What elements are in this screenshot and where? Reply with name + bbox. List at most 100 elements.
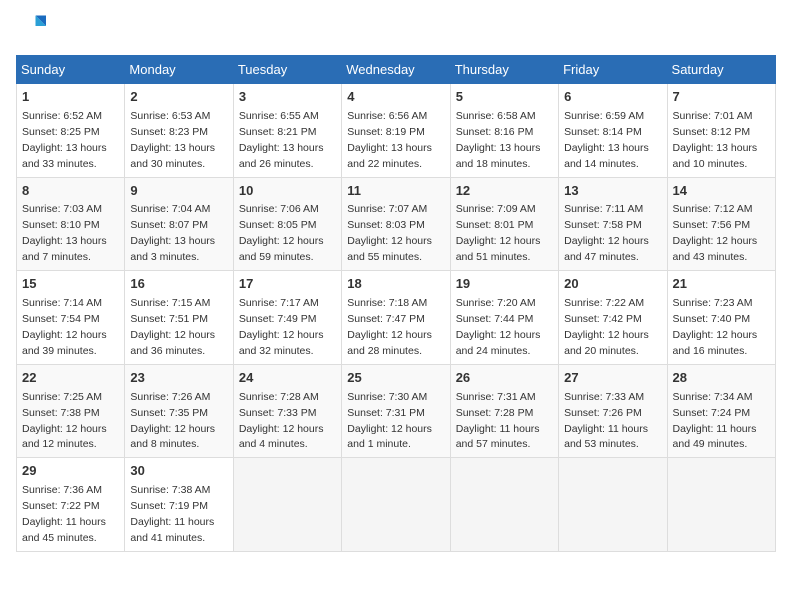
day-number: 7 (673, 88, 770, 107)
day-number: 16 (130, 275, 227, 294)
calendar-cell: 15 Sunrise: 7:14 AMSunset: 7:54 PMDayligh… (17, 271, 125, 365)
day-info: Sunrise: 7:33 AMSunset: 7:26 PMDaylight:… (564, 391, 648, 451)
calendar-cell: 17Sunrise: 7:17 AMSunset: 7:49 PMDayligh… (233, 271, 341, 365)
calendar-cell: 6 Sunrise: 6:59 AMSunset: 8:14 PMDaylight… (559, 84, 667, 178)
day-info: Sunrise: 7:01 AMSunset: 8:12 PMDaylight:… (673, 110, 758, 170)
day-number: 5 (456, 88, 553, 107)
day-number: 15 (22, 275, 119, 294)
day-number: 29 (22, 462, 119, 481)
day-info: Sunrise: 7:22 AMSunset: 7:42 PMDaylight:… (564, 297, 649, 357)
day-info: Sunrise: 7:11 AMSunset: 7:58 PMDaylight:… (564, 203, 649, 263)
calendar-cell: 25 Sunrise: 7:30 AMSunset: 7:31 PMDayligh… (342, 364, 450, 458)
calendar-cell (342, 458, 450, 552)
logo-icon (18, 12, 46, 40)
day-number: 18 (347, 275, 444, 294)
day-number: 26 (456, 369, 553, 388)
calendar-cell: 2 Sunrise: 6:53 AMSunset: 8:23 PMDaylight… (125, 84, 233, 178)
calendar-cell: 30 Sunrise: 7:38 AMSunset: 7:19 PMDayligh… (125, 458, 233, 552)
logo (16, 16, 46, 45)
day-info: Sunrise: 7:25 AMSunset: 7:38 PMDaylight:… (22, 391, 107, 451)
calendar-cell: 11Sunrise: 7:07 AMSunset: 8:03 PMDayligh… (342, 177, 450, 271)
day-number: 13 (564, 182, 661, 201)
calendar-cell: 27 Sunrise: 7:33 AMSunset: 7:26 PMDayligh… (559, 364, 667, 458)
day-number: 6 (564, 88, 661, 107)
calendar-cell: 26 Sunrise: 7:31 AMSunset: 7:28 PMDayligh… (450, 364, 558, 458)
day-info: Sunrise: 7:15 AMSunset: 7:51 PMDaylight:… (130, 297, 215, 357)
calendar-header-row: SundayMondayTuesdayWednesdayThursdayFrid… (17, 56, 776, 84)
day-number: 1 (22, 88, 119, 107)
calendar-cell: 20 Sunrise: 7:22 AMSunset: 7:42 PMDayligh… (559, 271, 667, 365)
calendar-cell: 28 Sunrise: 7:34 AMSunset: 7:24 PMDayligh… (667, 364, 775, 458)
day-number: 9 (130, 182, 227, 201)
calendar-cell: 1 Sunrise: 6:52 AMSunset: 8:25 PMDaylight… (17, 84, 125, 178)
day-info: Sunrise: 7:30 AMSunset: 7:31 PMDaylight:… (347, 391, 432, 451)
day-number: 23 (130, 369, 227, 388)
day-info: Sunrise: 7:36 AMSunset: 7:22 PMDaylight:… (22, 484, 106, 544)
calendar-row: 22 Sunrise: 7:25 AMSunset: 7:38 PMDayligh… (17, 364, 776, 458)
calendar-cell: 16 Sunrise: 7:15 AMSunset: 7:51 PMDayligh… (125, 271, 233, 365)
day-number: 4 (347, 88, 444, 107)
day-number: 28 (673, 369, 770, 388)
day-info: Sunrise: 7:26 AMSunset: 7:35 PMDaylight:… (130, 391, 215, 451)
calendar-row: 8 Sunrise: 7:03 AMSunset: 8:10 PMDaylight… (17, 177, 776, 271)
day-number: 19 (456, 275, 553, 294)
day-number: 27 (564, 369, 661, 388)
day-number: 24 (239, 369, 336, 388)
day-number: 21 (673, 275, 770, 294)
calendar-cell (450, 458, 558, 552)
day-number: 3 (239, 88, 336, 107)
calendar-cell: 8 Sunrise: 7:03 AMSunset: 8:10 PMDaylight… (17, 177, 125, 271)
weekday-header: Sunday (17, 56, 125, 84)
calendar-cell: 29 Sunrise: 7:36 AMSunset: 7:22 PMDayligh… (17, 458, 125, 552)
day-info: Sunrise: 6:56 AMSunset: 8:19 PMDaylight:… (347, 110, 432, 170)
calendar-cell: 9Sunrise: 7:04 AMSunset: 8:07 PMDaylight… (125, 177, 233, 271)
calendar-cell: 12Sunrise: 7:09 AMSunset: 8:01 PMDayligh… (450, 177, 558, 271)
day-info: Sunrise: 7:20 AMSunset: 7:44 PMDaylight:… (456, 297, 541, 357)
day-number: 20 (564, 275, 661, 294)
calendar: SundayMondayTuesdayWednesdayThursdayFrid… (16, 55, 776, 552)
day-number: 22 (22, 369, 119, 388)
calendar-cell (233, 458, 341, 552)
day-number: 14 (673, 182, 770, 201)
day-info: Sunrise: 7:28 AMSunset: 7:33 PMDaylight:… (239, 391, 324, 451)
day-number: 8 (22, 182, 119, 201)
header (16, 16, 776, 45)
calendar-cell: 24 Sunrise: 7:28 AMSunset: 7:33 PMDayligh… (233, 364, 341, 458)
day-info: Sunrise: 6:59 AMSunset: 8:14 PMDaylight:… (564, 110, 649, 170)
calendar-cell: 13 Sunrise: 7:11 AMSunset: 7:58 PMDayligh… (559, 177, 667, 271)
calendar-cell: 5Sunrise: 6:58 AMSunset: 8:16 PMDaylight… (450, 84, 558, 178)
calendar-row: 29 Sunrise: 7:36 AMSunset: 7:22 PMDayligh… (17, 458, 776, 552)
day-info: Sunrise: 7:17 AMSunset: 7:49 PMDaylight:… (239, 297, 324, 357)
day-info: Sunrise: 7:06 AMSunset: 8:05 PMDaylight:… (239, 203, 324, 263)
day-info: Sunrise: 6:52 AMSunset: 8:25 PMDaylight:… (22, 110, 107, 170)
calendar-row: 1 Sunrise: 6:52 AMSunset: 8:25 PMDaylight… (17, 84, 776, 178)
weekday-header: Wednesday (342, 56, 450, 84)
weekday-header: Tuesday (233, 56, 341, 84)
calendar-cell: 3 Sunrise: 6:55 AMSunset: 8:21 PMDaylight… (233, 84, 341, 178)
day-info: Sunrise: 7:09 AMSunset: 8:01 PMDaylight:… (456, 203, 541, 263)
calendar-row: 15 Sunrise: 7:14 AMSunset: 7:54 PMDayligh… (17, 271, 776, 365)
calendar-cell: 18Sunrise: 7:18 AMSunset: 7:47 PMDayligh… (342, 271, 450, 365)
day-number: 25 (347, 369, 444, 388)
calendar-cell: 4 Sunrise: 6:56 AMSunset: 8:19 PMDaylight… (342, 84, 450, 178)
day-info: Sunrise: 7:23 AMSunset: 7:40 PMDaylight:… (673, 297, 758, 357)
day-info: Sunrise: 7:12 AMSunset: 7:56 PMDaylight:… (673, 203, 758, 263)
day-info: Sunrise: 7:38 AMSunset: 7:19 PMDaylight:… (130, 484, 214, 544)
weekday-header: Monday (125, 56, 233, 84)
calendar-cell: 14 Sunrise: 7:12 AMSunset: 7:56 PMDayligh… (667, 177, 775, 271)
day-number: 10 (239, 182, 336, 201)
calendar-cell: 7 Sunrise: 7:01 AMSunset: 8:12 PMDaylight… (667, 84, 775, 178)
day-info: Sunrise: 7:31 AMSunset: 7:28 PMDaylight:… (456, 391, 540, 451)
day-number: 30 (130, 462, 227, 481)
day-info: Sunrise: 6:53 AMSunset: 8:23 PMDaylight:… (130, 110, 215, 170)
calendar-cell: 19 Sunrise: 7:20 AMSunset: 7:44 PMDayligh… (450, 271, 558, 365)
day-info: Sunrise: 7:07 AMSunset: 8:03 PMDaylight:… (347, 203, 432, 263)
weekday-header: Saturday (667, 56, 775, 84)
calendar-cell (559, 458, 667, 552)
day-info: Sunrise: 7:03 AMSunset: 8:10 PMDaylight:… (22, 203, 107, 263)
day-number: 2 (130, 88, 227, 107)
day-info: Sunrise: 7:34 AMSunset: 7:24 PMDaylight:… (673, 391, 757, 451)
day-info: Sunrise: 7:14 AMSunset: 7:54 PMDaylight:… (22, 297, 107, 357)
weekday-header: Thursday (450, 56, 558, 84)
day-info: Sunrise: 6:55 AMSunset: 8:21 PMDaylight:… (239, 110, 324, 170)
